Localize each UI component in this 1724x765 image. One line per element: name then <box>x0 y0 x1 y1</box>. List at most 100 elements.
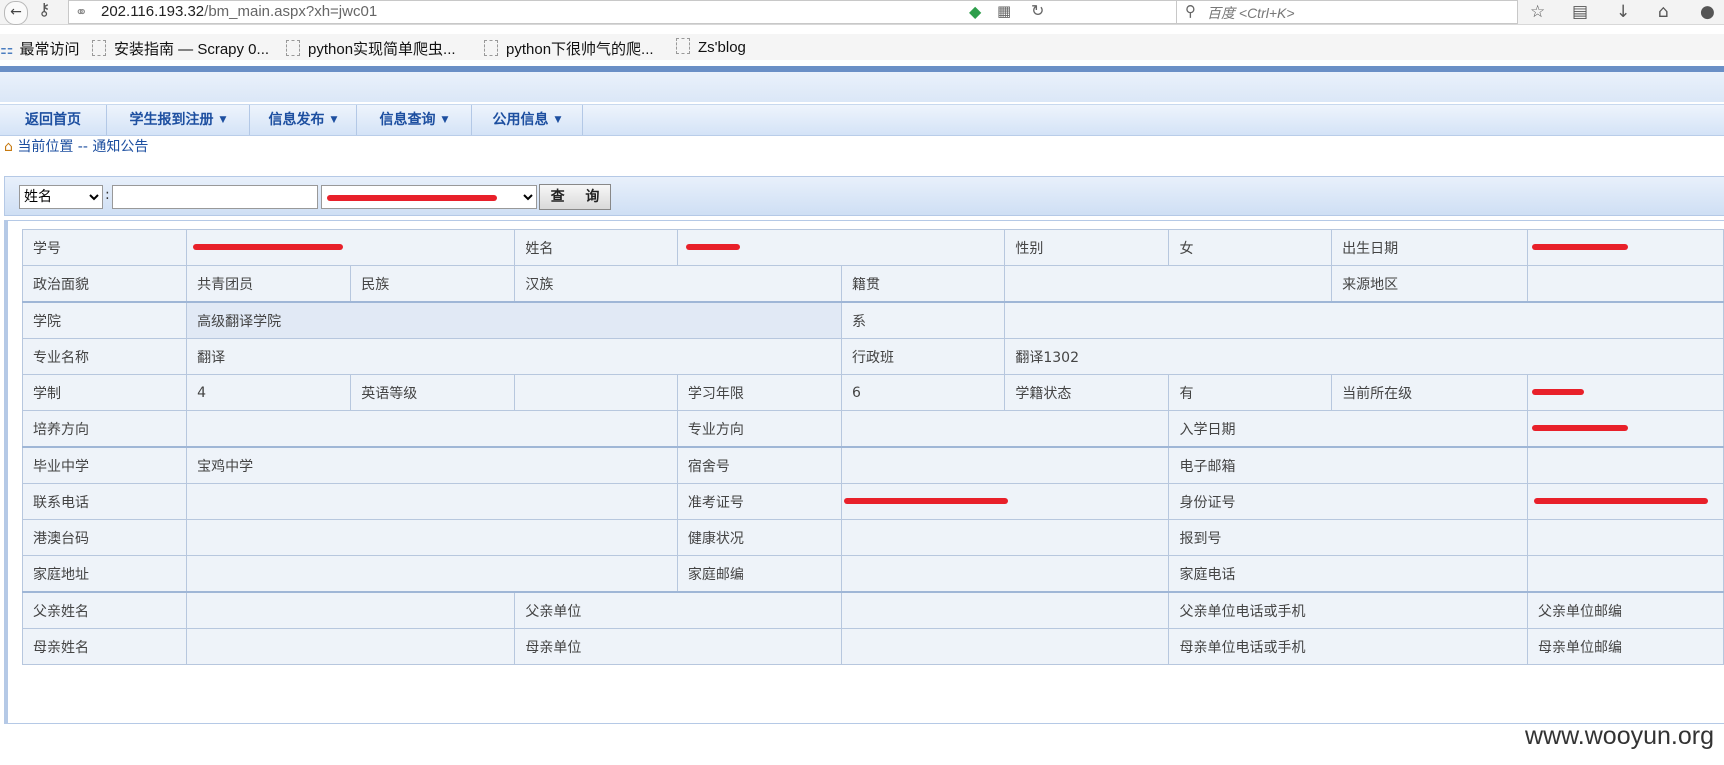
label-cell: 专业方向 <box>676 410 843 448</box>
page-icon <box>286 40 300 56</box>
chat-icon[interactable]: ● <box>1700 2 1715 22</box>
key-icon[interactable]: ⚷ <box>38 0 50 20</box>
colon-label: : <box>105 187 110 203</box>
label-cell: 学习年限 <box>676 374 843 411</box>
header-banner <box>0 72 1724 102</box>
search-input[interactable] <box>112 185 318 209</box>
dropdown-caret-icon: ▼ <box>219 115 227 125</box>
value-cell <box>1527 265 1724 303</box>
menu-public-info[interactable]: 公用信息 ▼ <box>472 105 583 135</box>
table-row: 政治面貌 共青团员 民族 汉族 籍贯 来源地区 <box>21 265 1724 303</box>
reading-list-icon[interactable]: ▤ <box>1572 2 1588 22</box>
breadcrumb-page[interactable]: 通知公告 <box>92 139 148 155</box>
bookmark-item[interactable]: Zs'blog <box>676 38 746 56</box>
star-icon[interactable]: ☆ <box>1530 2 1545 22</box>
value-cell <box>186 591 516 629</box>
menu-publish[interactable]: 信息发布 ▼ <box>250 105 357 135</box>
breadcrumb-separator: -- <box>77 139 88 155</box>
label-cell: 母亲单位邮编 <box>1527 628 1724 665</box>
breadcrumb: ⌂ 当前位置 -- 通知公告 <box>4 136 148 156</box>
value-cell <box>1527 229 1724 266</box>
label-cell: 学制 <box>21 374 188 411</box>
label-cell: 毕业中学 <box>21 446 188 484</box>
url-text: 202.116.193.32/bm_main.aspx?xh=jwc01 <box>101 3 378 20</box>
page-icon <box>484 40 498 56</box>
table-row: 父亲姓名 父亲单位 父亲单位电话或手机 父亲单位邮编 <box>21 591 1724 629</box>
value-cell <box>1004 265 1333 303</box>
label-cell: 家庭地址 <box>21 555 188 593</box>
menu-registration[interactable]: 学生报到注册 ▼ <box>107 105 250 135</box>
table-row: 毕业中学 宝鸡中学 宿舍号 电子邮箱 <box>21 446 1724 484</box>
value-cell: 4 <box>186 374 352 411</box>
shield-icon[interactable]: ◆ <box>969 2 981 21</box>
redaction-mark <box>1532 244 1629 250</box>
menu-query[interactable]: 信息查询 ▼ <box>357 105 472 135</box>
label-cell: 父亲单位邮编 <box>1527 591 1724 629</box>
redaction-mark <box>844 498 1009 504</box>
search-bar[interactable]: ⚲ 百度 <Ctrl+K> <box>1176 0 1518 24</box>
redaction-mark <box>193 244 344 250</box>
value-cell: 汉族 <box>514 265 843 303</box>
value-cell <box>841 483 1170 520</box>
label-cell: 家庭邮编 <box>676 555 843 593</box>
value-cell <box>1527 555 1724 593</box>
label-cell: 电子邮箱 <box>1168 446 1529 484</box>
label-cell: 出生日期 <box>1331 229 1529 266</box>
magnifier-icon: ⚲ <box>1185 2 1196 20</box>
bookmark-item[interactable]: 安装指南 — Scrapy 0... <box>92 38 269 59</box>
value-cell <box>841 446 1170 484</box>
page-icon <box>92 40 106 56</box>
redaction-mark <box>327 195 497 201</box>
value-cell <box>841 628 1170 665</box>
label-cell: 母亲单位 <box>514 628 843 665</box>
redaction-mark <box>1534 498 1709 504</box>
table-row: 母亲姓名 母亲单位 母亲单位电话或手机 母亲单位邮编 <box>21 628 1724 665</box>
query-button[interactable]: 查 询 <box>539 184 611 210</box>
value-cell: 翻译1302 <box>1004 338 1724 375</box>
bookmark-item[interactable]: python实现简单爬虫... <box>286 38 456 59</box>
back-icon[interactable]: ← <box>4 1 28 25</box>
value-cell: 女 <box>1168 229 1333 266</box>
value-cell <box>1004 301 1724 339</box>
download-icon[interactable]: ↓ <box>1616 2 1630 22</box>
label-cell: 学院 <box>21 301 188 339</box>
bookmark-item[interactable]: python下很帅气的爬... <box>484 38 654 59</box>
label-cell: 父亲姓名 <box>21 591 188 629</box>
search-field-select[interactable]: 姓名 <box>19 185 103 209</box>
label-cell: 联系电话 <box>21 483 188 520</box>
menu-home[interactable]: 返回首页 <box>0 105 107 135</box>
value-cell: 高级翻译学院 <box>186 301 843 339</box>
label-cell: 培养方向 <box>21 410 188 448</box>
value-cell <box>1527 374 1724 411</box>
table-row: 家庭地址 家庭邮编 家庭电话 <box>21 555 1724 593</box>
label-cell: 健康状况 <box>676 519 843 556</box>
page-icon <box>676 38 690 54</box>
table-row: 联系电话 准考证号 身份证号 <box>21 483 1724 520</box>
value-cell <box>186 555 678 593</box>
search-placeholder: 百度 <Ctrl+K> <box>1207 5 1295 21</box>
url-bar[interactable]: ⚭ 202.116.193.32/bm_main.aspx?xh=jwc01 ◆… <box>68 0 1180 24</box>
value-cell: 宝鸡中学 <box>186 446 678 484</box>
home-icon: ⌂ <box>4 139 13 155</box>
globe-icon: ⚭ <box>75 3 88 21</box>
dropdown-caret-icon: ▼ <box>330 115 338 125</box>
browser-toolbar: ← ⚷ ⚭ 202.116.193.32/bm_main.aspx?xh=jwc… <box>0 0 1724 25</box>
label-cell: 来源地区 <box>1331 265 1529 303</box>
home-icon[interactable]: ⌂ <box>1658 2 1669 22</box>
label-cell: 当前所在级 <box>1331 374 1529 411</box>
label-cell: 准考证号 <box>676 483 843 520</box>
value-cell: 翻译 <box>186 338 843 375</box>
label-cell: 籍贯 <box>841 265 1006 303</box>
qrcode-icon[interactable]: ▦ <box>997 2 1011 20</box>
label-cell: 港澳台码 <box>21 519 188 556</box>
bookmark-most-visited[interactable]: ⚏ 最常访问 <box>0 38 79 59</box>
reload-icon[interactable]: ↻ <box>1031 1 1044 20</box>
value-cell: 有 <box>1168 374 1333 411</box>
dropdown-caret-icon: ▼ <box>441 115 449 125</box>
table-row: 专业名称 翻译 行政班 翻译1302 <box>21 338 1724 375</box>
label-cell: 性别 <box>1004 229 1170 266</box>
label-cell: 家庭电话 <box>1168 555 1529 593</box>
label-cell: 入学日期 <box>1168 410 1529 448</box>
label-cell: 学籍状态 <box>1004 374 1170 411</box>
value-cell <box>1527 483 1724 520</box>
